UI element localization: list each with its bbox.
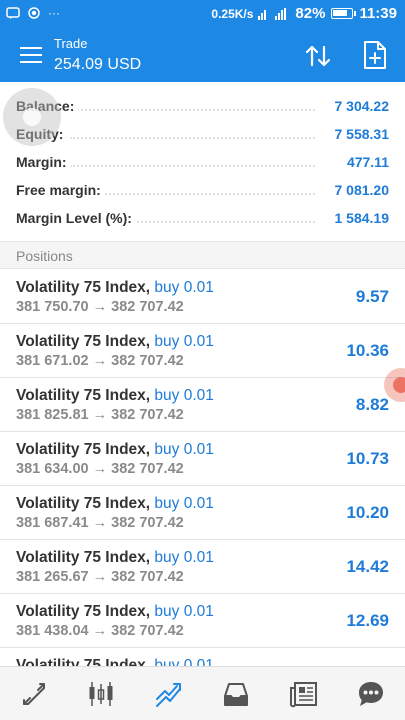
summary-value: 7 081.20 bbox=[330, 182, 389, 198]
clock: 11:39 bbox=[359, 5, 397, 22]
nav-chat[interactable] bbox=[338, 667, 405, 720]
position-profit: 14.42 bbox=[346, 557, 389, 576]
section-title: Positions bbox=[16, 248, 73, 264]
more-notifications-icon: ··· bbox=[48, 6, 60, 20]
chart-icon bbox=[89, 681, 113, 706]
position-prices: 381 634.00 → 382 707.42 bbox=[16, 461, 184, 477]
position-type: buy 0.01 bbox=[154, 603, 214, 620]
position-symbol: Volatility 75 Index, bbox=[16, 333, 151, 350]
position-row[interactable]: Volatility 75 Index, buy 0.01 381 750.70… bbox=[0, 270, 405, 324]
nav-chart[interactable] bbox=[68, 667, 136, 720]
status-bar-notifications: ··· bbox=[6, 6, 60, 20]
position-profit: 8.82 bbox=[355, 395, 389, 414]
nav-news[interactable] bbox=[270, 667, 338, 720]
touch-indicator bbox=[3, 88, 61, 146]
summary-value: 7 304.22 bbox=[330, 98, 389, 114]
summary-margin-level-row: Margin Level (%): 1 584.19 bbox=[0, 204, 405, 232]
position-type: buy 0.01 bbox=[154, 279, 214, 296]
nav-history[interactable] bbox=[203, 667, 271, 720]
summary-free-margin-row: Free margin: 7 081.20 bbox=[0, 176, 405, 204]
position-symbol: Volatility 75 Index, bbox=[16, 549, 151, 566]
record-icon bbox=[28, 7, 40, 19]
position-symbol: Volatility 75 Index, bbox=[16, 495, 151, 512]
signal-icon bbox=[258, 7, 287, 20]
summary-equity-row: Equity: 7 558.31 bbox=[0, 120, 405, 148]
summary-label: Free margin: bbox=[16, 182, 105, 198]
position-row[interactable]: Volatility 75 Index, buy 0.01 381 687.41… bbox=[0, 486, 405, 540]
position-symbol: Volatility 75 Index, bbox=[16, 441, 151, 458]
quotes-icon bbox=[22, 682, 45, 705]
nav-quotes[interactable] bbox=[0, 667, 68, 720]
battery-icon bbox=[331, 8, 357, 19]
position-symbol: Volatility 75 Index, bbox=[16, 603, 151, 620]
summary-value: 7 558.31 bbox=[330, 126, 389, 142]
network-speed: 0.25K/s bbox=[211, 6, 254, 21]
position-type: buy 0.01 bbox=[154, 441, 214, 458]
new-order-icon[interactable] bbox=[363, 40, 387, 70]
position-row[interactable]: Volatility 75 Index, buy 0.01 381 438.04… bbox=[0, 594, 405, 648]
news-icon bbox=[289, 681, 317, 707]
summary-label: Margin Level (%): bbox=[16, 210, 136, 226]
position-symbol: Volatility 75 Index, bbox=[16, 279, 151, 296]
history-icon bbox=[224, 682, 249, 706]
summary-label: Margin: bbox=[16, 154, 71, 170]
chat-icon bbox=[359, 681, 384, 706]
position-type: buy 0.01 bbox=[154, 549, 214, 566]
notification-icon bbox=[6, 7, 20, 19]
account-balance: 254.09 USD bbox=[54, 56, 142, 73]
position-profit: 10.36 bbox=[346, 341, 389, 360]
positions-list[interactable]: Volatility 75 Index, buy 0.01 381 750.70… bbox=[0, 270, 405, 666]
position-type: buy 0.01 bbox=[154, 333, 214, 350]
summary-margin-row: Margin: 477.11 bbox=[0, 148, 405, 176]
position-row[interactable]: Volatility 75 Index, buy 0.01 381 265.67… bbox=[0, 540, 405, 594]
status-bar: ··· 0.25K/s 82% 11:39 bbox=[0, 0, 405, 30]
position-prices: 381 438.04 → 382 707.42 bbox=[16, 623, 184, 639]
position-type: buy 0.01 bbox=[154, 495, 214, 512]
position-prices: 381 750.70 → 382 707.42 bbox=[16, 299, 184, 315]
position-profit: 12.69 bbox=[346, 611, 389, 630]
position-prices: 381 671.02 → 382 707.42 bbox=[16, 353, 184, 369]
position-row[interactable]: Volatility 75 Index, buy 0.01 bbox=[0, 648, 405, 666]
positions-header: Positions bbox=[0, 241, 405, 269]
status-bar-system: 0.25K/s 82% 11:39 bbox=[211, 5, 397, 22]
trade-icon bbox=[155, 682, 181, 707]
position-prices: 381 687.41 → 382 707.42 bbox=[16, 515, 184, 531]
nav-trade[interactable] bbox=[135, 667, 203, 720]
position-profit: 10.20 bbox=[346, 503, 389, 522]
position-row[interactable]: Volatility 75 Index, buy 0.01 381 671.02… bbox=[0, 324, 405, 378]
position-symbol: Volatility 75 Index, bbox=[16, 387, 151, 404]
bottom-nav bbox=[0, 666, 405, 720]
summary-value: 477.11 bbox=[342, 154, 389, 170]
battery-percent: 82% bbox=[295, 5, 326, 22]
position-row[interactable]: Volatility 75 Index, buy 0.01 381 634.00… bbox=[0, 432, 405, 486]
position-prices: 381 825.81 → 382 707.42 bbox=[16, 407, 184, 423]
position-prices: 381 265.67 → 382 707.42 bbox=[16, 569, 184, 585]
position-profit: 10.73 bbox=[346, 449, 389, 468]
page-title: Trade bbox=[54, 36, 88, 51]
summary-value: 1 584.19 bbox=[330, 210, 389, 226]
position-profit: 9.57 bbox=[355, 287, 389, 306]
position-type: buy 0.01 bbox=[154, 657, 214, 666]
position-type: buy 0.01 bbox=[154, 387, 214, 404]
menu-icon[interactable] bbox=[20, 47, 42, 63]
position-symbol: Volatility 75 Index, bbox=[16, 657, 151, 666]
sort-icon[interactable] bbox=[303, 41, 333, 71]
app-bar: Trade 254.09 USD bbox=[0, 30, 405, 82]
position-row[interactable]: Volatility 75 Index, buy 0.01 381 825.81… bbox=[0, 378, 405, 432]
